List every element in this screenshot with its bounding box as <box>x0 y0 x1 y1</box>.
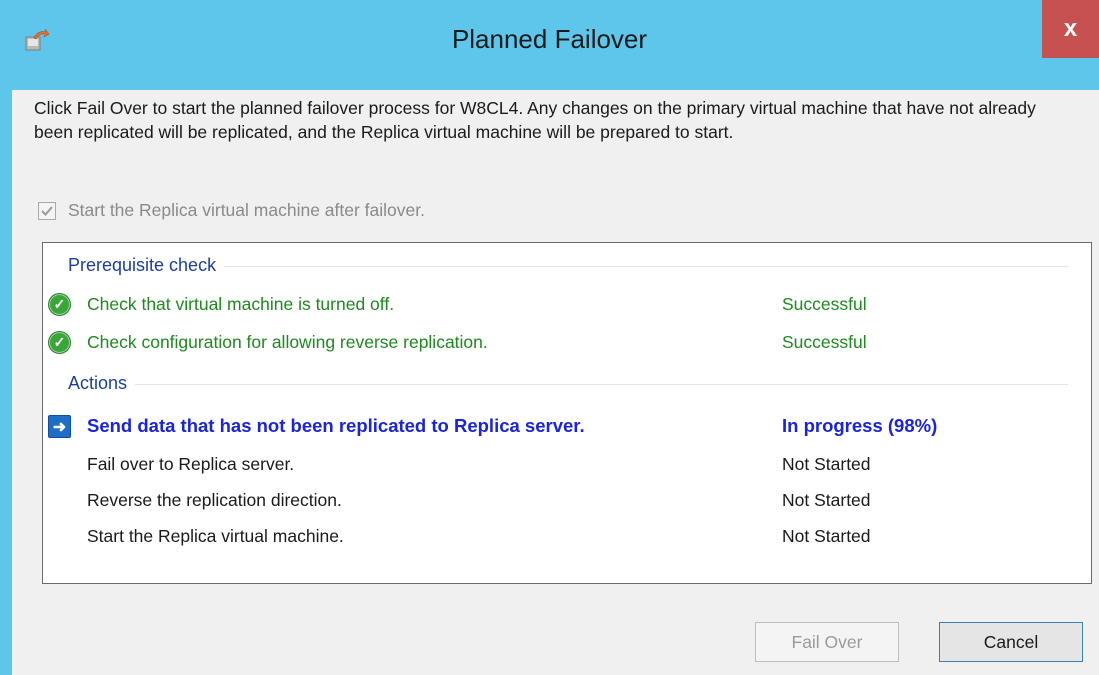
actions-heading: Actions <box>68 373 1068 394</box>
window-title: Planned Failover <box>451 24 648 54</box>
check-success-icon: ✓ <box>48 293 71 316</box>
prerequisite-heading: Prerequisite check <box>68 255 1068 276</box>
action-label: Fail over to Replica server. <box>87 453 295 474</box>
action-status: Not Started <box>782 525 871 546</box>
action-label: Reverse the replication direction. <box>87 489 342 510</box>
progress-panel: Prerequisite check ✓ Check that virtual … <box>42 242 1092 584</box>
action-status: Not Started <box>782 489 871 510</box>
actions-heading-label: Actions <box>68 373 128 393</box>
title-bar[interactable]: Planned Failover x <box>0 0 1099 90</box>
start-after-failover-checkbox <box>38 201 56 220</box>
start-after-failover-option: Start the Replica virtual machine after … <box>38 200 425 221</box>
prerequisite-row: ✓ Check configuration for allowing rever… <box>43 327 1091 357</box>
cancel-button[interactable]: Cancel <box>939 622 1083 662</box>
prerequisite-label: Check configuration for allowing reverse… <box>87 331 488 352</box>
fail-over-button[interactable]: Fail Over <box>755 622 899 662</box>
arrow-right-icon: ➜ <box>48 415 71 438</box>
checkmark-icon <box>41 205 53 216</box>
close-button[interactable]: x <box>1042 0 1099 58</box>
divider <box>224 266 1068 267</box>
dialog-body: Click Fail Over to start the planned fai… <box>12 90 1099 675</box>
close-icon: x <box>1063 15 1078 42</box>
description-text: Click Fail Over to start the planned fai… <box>34 98 1036 142</box>
action-status: In progress (98%) <box>782 415 938 436</box>
action-row: Reverse the replication direction. Not S… <box>43 485 1091 515</box>
action-row-active: ➜ Send data that has not been replicated… <box>43 411 1091 441</box>
prerequisite-heading-label: Prerequisite check <box>68 255 217 275</box>
divider <box>135 384 1068 385</box>
prerequisite-label: Check that virtual machine is turned off… <box>87 293 395 314</box>
action-label: Start the Replica virtual machine. <box>87 525 344 546</box>
check-success-icon: ✓ <box>48 331 71 354</box>
start-after-failover-label: Start the Replica virtual machine after … <box>68 200 425 220</box>
action-row: Start the Replica virtual machine. Not S… <box>43 521 1091 551</box>
prerequisite-status: Successful <box>782 331 867 352</box>
prerequisite-status: Successful <box>782 293 867 314</box>
action-status: Not Started <box>782 453 871 474</box>
action-label: Send data that has not been replicated t… <box>87 415 585 436</box>
action-row: Fail over to Replica server. Not Started <box>43 449 1091 479</box>
prerequisite-row: ✓ Check that virtual machine is turned o… <box>43 289 1091 319</box>
